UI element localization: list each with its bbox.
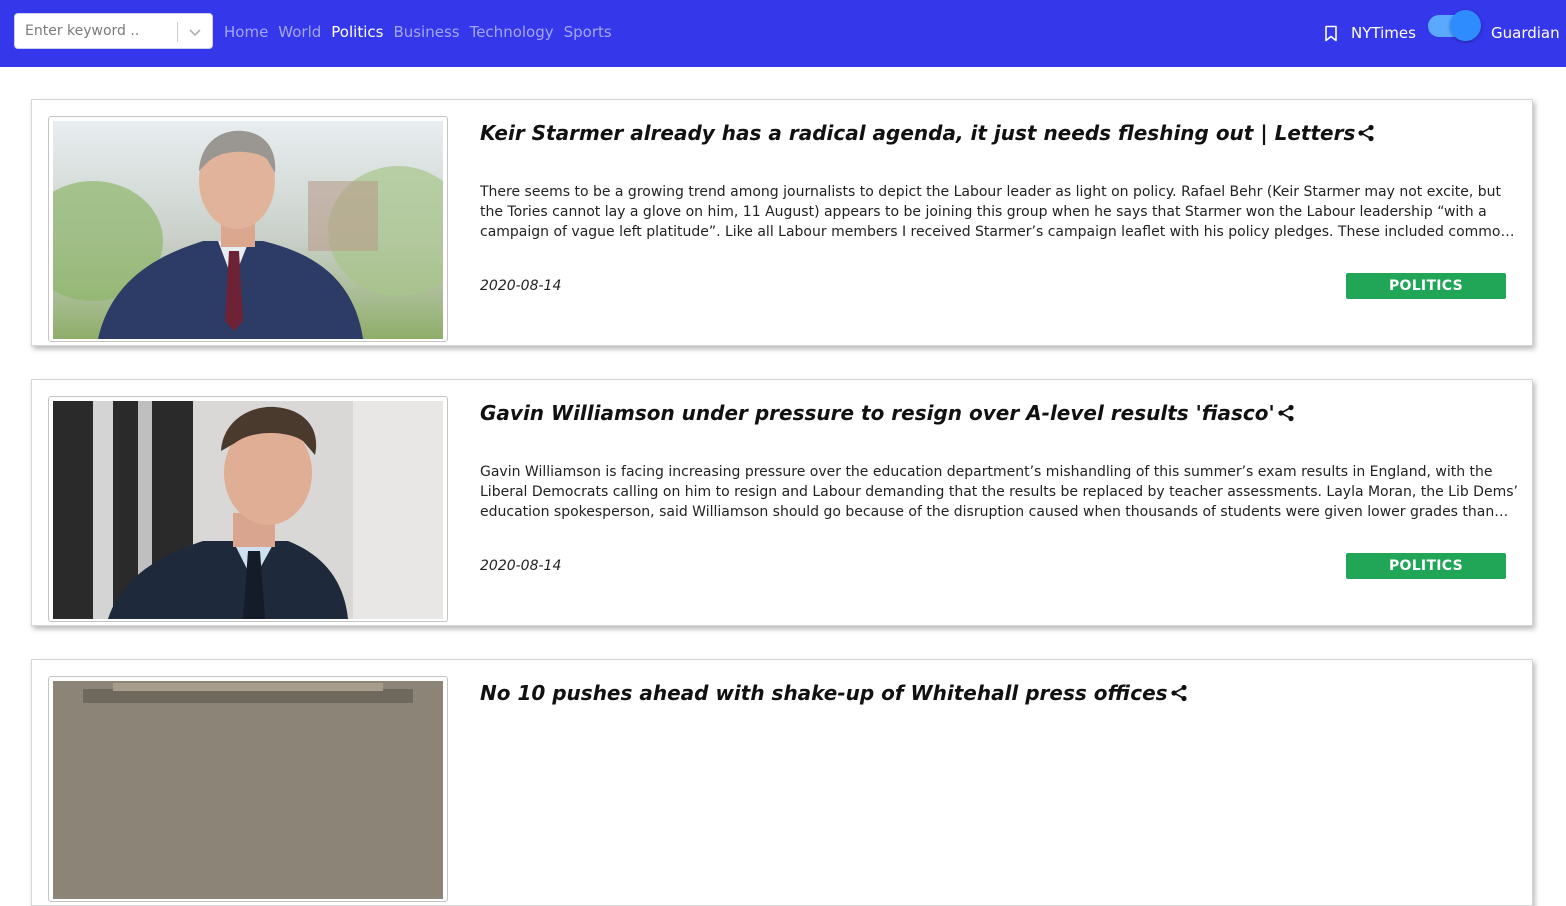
nav-link-technology[interactable]: Technology [470,22,554,42]
article-thumbnail[interactable] [48,676,448,902]
top-navbar: Home World Politics Business Technology … [0,0,1566,67]
nav-link-politics[interactable]: Politics [331,22,383,42]
bookmark-icon[interactable] [1324,25,1338,42]
section-badge: POLITICS [1346,553,1506,579]
source-toggle[interactable] [1428,10,1481,41]
article-card[interactable]: No 10 pushes ahead with shake-up of Whit… [31,659,1533,906]
article-image [53,401,443,619]
article-card[interactable]: Gavin Williamson under pressure to resig… [31,379,1533,626]
nav-link-world[interactable]: World [278,22,321,42]
nav-links: Home World Politics Business Technology … [224,22,622,42]
article-date: 2020-08-14 [480,558,562,574]
share-icon[interactable] [1276,403,1296,423]
article-image [53,121,443,339]
article-card[interactable]: Keir Starmer already has a radical agend… [31,99,1533,346]
source-label-guardian: Guardian [1491,24,1560,42]
toggle-knob[interactable] [1450,10,1481,41]
article-thumbnail[interactable] [48,396,448,622]
article-title[interactable]: Gavin Williamson under pressure to resig… [480,400,1500,426]
article-thumbnail[interactable] [48,116,448,342]
nav-link-home[interactable]: Home [224,22,268,42]
nav-link-business[interactable]: Business [393,22,459,42]
article-description: There seems to be a growing trend among … [480,184,1510,240]
section-badge: POLITICS [1346,273,1506,299]
share-icon[interactable] [1169,683,1189,703]
share-icon[interactable] [1356,123,1376,143]
article-image [53,681,443,899]
nav-link-sports[interactable]: Sports [564,22,612,42]
article-title[interactable]: Keir Starmer already has a radical agend… [480,120,1500,146]
search-input[interactable] [15,14,175,48]
article-title[interactable]: No 10 pushes ahead with shake-up of Whit… [480,680,1500,706]
article-date: 2020-08-14 [480,278,562,294]
chevron-down-icon[interactable] [187,24,203,40]
search-select[interactable] [14,13,213,49]
source-label-nytimes: NYTimes [1351,24,1416,42]
article-description: Gavin Williamson is facing increasing pr… [480,464,1518,520]
search-separator [177,22,178,42]
